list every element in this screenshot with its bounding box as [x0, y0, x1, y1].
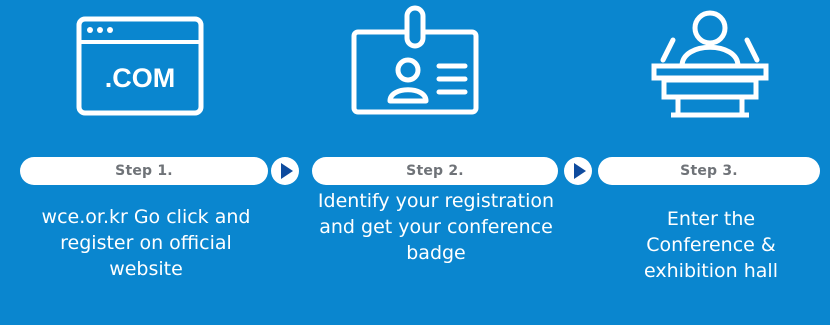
step-arrow-icon — [564, 157, 592, 185]
com-text: .COM — [105, 63, 176, 93]
step-1-label: Step 1. — [20, 157, 268, 185]
step-2-description: Identify your registration and get your … — [317, 190, 555, 264]
step-1-description: wce.or.kr Go click and register on offic… — [41, 206, 251, 280]
step-3-description: Enter the Conference & exhibition hall — [644, 208, 778, 282]
website-com-icon: .COM — [76, 16, 204, 116]
id-badge-icon — [350, 4, 480, 116]
conference-podium-icon — [649, 4, 771, 120]
step-3-label: Step 3. — [598, 157, 820, 185]
step-2-label: Step 2. — [312, 157, 558, 185]
step-arrow-icon — [271, 157, 299, 185]
